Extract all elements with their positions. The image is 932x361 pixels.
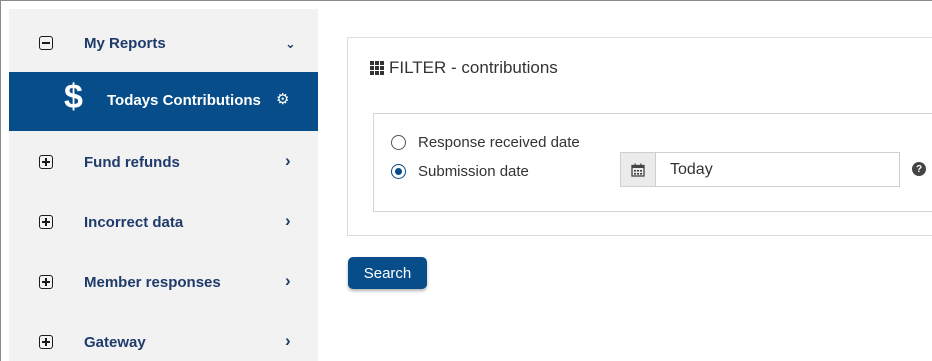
dollar-icon: $ [64, 78, 83, 116]
radio-checked-icon[interactable] [391, 164, 406, 179]
chevron-right-icon: › [285, 211, 291, 230]
sidebar-item-label: Gateway [84, 333, 146, 351]
sidebar-item-fund-refunds[interactable]: Fund refunds › [9, 133, 318, 191]
calendar-icon-svg [631, 163, 645, 177]
sidebar-item-label: Todays Contributions [107, 92, 261, 109]
chevron-right-icon: › [285, 331, 291, 350]
grid-icon [370, 61, 384, 75]
chevron-down-icon: ⌄ [285, 36, 296, 51]
chevron-right-icon: › [285, 271, 291, 290]
sidebar-item-gateway[interactable]: Gateway › [9, 313, 318, 361]
sidebar-item-label: Member responses [84, 273, 221, 291]
radio-submission-date[interactable]: Submission date [391, 163, 529, 180]
filter-panel: FILTER - contributions Response received… [347, 37, 932, 236]
radio-label: Response received date [418, 134, 580, 151]
date-field[interactable] [620, 152, 900, 187]
panel-title-text: FILTER - contributions [389, 58, 558, 77]
calendar-icon[interactable] [621, 153, 656, 186]
sidebar-item-todays-contributions[interactable]: $ Todays Contributions ⚙ [9, 72, 318, 131]
expand-icon [39, 155, 53, 169]
radio-unchecked-icon[interactable] [391, 135, 406, 150]
sidebar: My Reports ⌄ $ Todays Contributions ⚙ Fu… [9, 9, 318, 361]
search-button[interactable]: Search [348, 257, 427, 289]
chevron-right-icon: › [285, 151, 291, 170]
sidebar-item-member-responses[interactable]: Member responses › [9, 253, 318, 311]
date-input[interactable] [656, 153, 899, 186]
sidebar-item-my-reports[interactable]: My Reports ⌄ [9, 14, 318, 72]
panel-title: FILTER - contributions [370, 58, 558, 78]
radio-response-received-date[interactable]: Response received date [391, 134, 580, 151]
expand-icon [39, 215, 53, 229]
expand-icon [39, 275, 53, 289]
sidebar-item-incorrect-data[interactable]: Incorrect data › [9, 193, 318, 251]
collapse-icon [39, 36, 53, 50]
sidebar-item-label: My Reports [84, 34, 166, 52]
radio-label: Submission date [418, 163, 529, 180]
gear-icon[interactable]: ⚙ [276, 90, 289, 108]
date-filter-group: Response received date Submission date T… [373, 113, 932, 212]
sidebar-item-label: Incorrect data [84, 213, 184, 231]
sidebar-item-label: Fund refunds [84, 153, 180, 171]
help-icon[interactable]: ? [912, 162, 926, 176]
expand-icon [39, 335, 53, 349]
